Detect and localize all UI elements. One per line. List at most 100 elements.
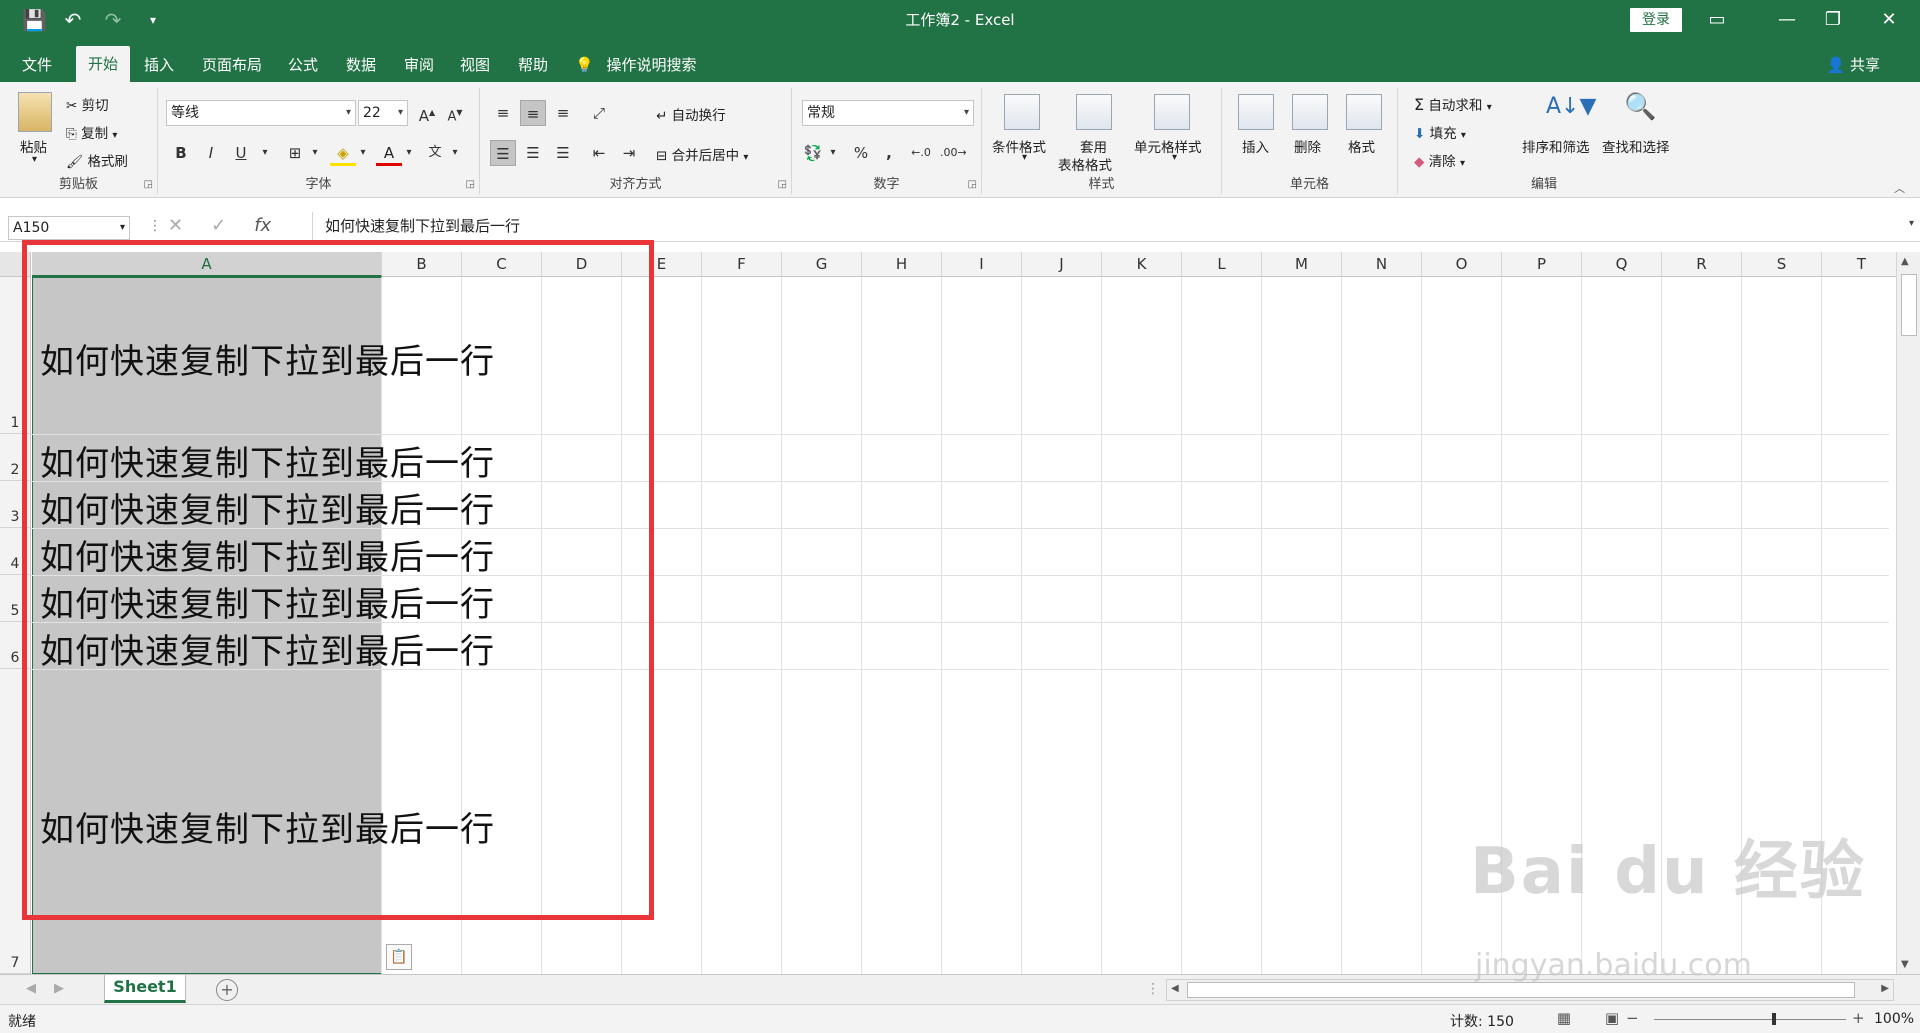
orientation-icon[interactable]: ⤢ (586, 100, 612, 126)
enter-icon[interactable]: ✓ (211, 215, 226, 236)
shrink-font-button[interactable]: A▼ (442, 100, 468, 126)
column-header-k[interactable]: K (1102, 252, 1182, 277)
sort-filter-button[interactable]: 排序和筛选 (1522, 136, 1590, 156)
merge-center-button[interactable]: ⊟ 合并后居中 ▾ (656, 144, 748, 164)
column-header-h[interactable]: H (862, 252, 942, 277)
vertical-scroll-thumb[interactable] (1901, 274, 1917, 336)
phonetic-dropdown-icon[interactable]: ▾ (442, 140, 468, 166)
find-select-button[interactable]: 查找和选择 (1602, 136, 1670, 156)
cell-styles-button[interactable]: 单元格样式 (1134, 136, 1202, 156)
tab-file[interactable]: 文件 (10, 48, 64, 82)
table-format-icon[interactable] (1076, 94, 1112, 130)
italic-button[interactable]: I (198, 140, 224, 166)
cut-button[interactable]: ✂ 剪切 (66, 94, 109, 114)
column-header-s[interactable]: S (1742, 252, 1822, 277)
scroll-right-icon[interactable]: ▶ (1881, 983, 1889, 994)
share-button[interactable]: 👤 共享 (1827, 54, 1880, 75)
table-format-button-line2[interactable]: 表格格式 (1058, 154, 1112, 174)
fill-button[interactable]: ⬇ 填充 ▾ (1414, 122, 1466, 142)
align-bottom-icon[interactable]: ≡ (550, 100, 576, 126)
column-header-n[interactable]: N (1342, 252, 1422, 277)
increase-indent-icon[interactable]: ⇥ (616, 140, 642, 166)
comma-button[interactable]: , (876, 140, 902, 166)
tab-home[interactable]: 开始 (76, 46, 131, 82)
clipboard-launcher-icon[interactable]: ◲ (144, 179, 153, 190)
font-name-combo[interactable]: 等线 ▾ (166, 100, 356, 126)
cell-styles-icon[interactable] (1154, 94, 1190, 130)
cancel-icon[interactable]: ✕ (168, 215, 183, 236)
column-header-o[interactable]: O (1422, 252, 1502, 277)
paste-icon[interactable] (18, 92, 52, 132)
format-painter-button[interactable]: 🖌 格式刷 (66, 150, 128, 170)
minimize-icon[interactable]: — (1764, 4, 1810, 36)
format-cells-button[interactable]: 格式 (1348, 136, 1375, 156)
underline-dropdown-icon[interactable]: ▾ (252, 140, 278, 166)
grow-font-button[interactable]: A▲ (414, 100, 440, 126)
name-box[interactable]: A150 ▾ (8, 216, 130, 240)
insert-cells-icon[interactable] (1238, 94, 1274, 130)
percent-button[interactable]: % (848, 140, 874, 166)
column-header-i[interactable]: I (942, 252, 1022, 277)
conditional-dropdown-icon[interactable]: ▾ (1022, 152, 1027, 163)
paste-options-icon[interactable]: 📋 (386, 944, 412, 970)
formula-input[interactable]: 如何快速复制下拉到最后一行 (312, 212, 1898, 240)
scroll-left-icon[interactable]: ◀ (1171, 983, 1179, 994)
expand-formula-icon[interactable]: ▾ (1909, 218, 1914, 229)
delete-cells-icon[interactable] (1292, 94, 1328, 130)
number-format-combo[interactable]: 常规 ▾ (802, 100, 974, 126)
tab-review[interactable]: 审阅 (392, 48, 446, 82)
table-format-button-line1[interactable]: 套用 (1080, 136, 1107, 156)
increase-decimal-icon[interactable]: ←.0 (908, 140, 934, 166)
find-select-icon[interactable]: 🔍 (1624, 92, 1656, 122)
autosum-button[interactable]: Σ 自动求和 ▾ (1414, 94, 1492, 114)
tab-split-handle-icon[interactable]: ⋮ (1146, 981, 1160, 997)
next-sheet-icon[interactable]: ▶ (54, 981, 64, 996)
insert-cells-button[interactable]: 插入 (1242, 136, 1269, 156)
restore-icon[interactable]: ❐ (1810, 4, 1856, 36)
delete-cells-button[interactable]: 删除 (1294, 136, 1321, 156)
prev-sheet-icon[interactable]: ◀ (26, 981, 36, 996)
column-header-t[interactable]: T (1822, 252, 1902, 277)
bold-button[interactable]: B (168, 140, 194, 166)
normal-view-icon[interactable]: ▦ (1552, 1009, 1576, 1029)
tell-me-search[interactable]: 💡 操作说明搜索 (575, 54, 696, 75)
copy-button[interactable]: ⎘ 复制 ▾ (66, 122, 117, 142)
wrap-text-button[interactable]: ↵ 自动换行 (656, 104, 726, 124)
tab-data[interactable]: 数据 (334, 48, 388, 82)
column-header-q[interactable]: Q (1582, 252, 1662, 277)
align-right-icon[interactable]: ☰ (550, 140, 576, 166)
font-size-combo[interactable]: 22 ▾ (358, 100, 408, 126)
insert-function-button[interactable]: fx (254, 215, 271, 236)
zoom-in-button[interactable]: + (1852, 1009, 1865, 1027)
cell-styles-dropdown-icon[interactable]: ▾ (1172, 152, 1177, 163)
column-header-p[interactable]: P (1502, 252, 1582, 277)
zoom-slider-thumb[interactable] (1772, 1013, 1776, 1025)
column-header-m[interactable]: M (1262, 252, 1342, 277)
column-header-f[interactable]: F (702, 252, 782, 277)
paste-button[interactable]: 粘贴 (20, 136, 47, 156)
sort-filter-icon[interactable]: A↓▼ (1546, 94, 1596, 119)
zoom-slider-track[interactable] (1654, 1019, 1846, 1020)
page-layout-view-icon[interactable]: ▣ (1600, 1009, 1624, 1029)
scroll-up-icon[interactable]: ▲ (1901, 256, 1909, 267)
sheet-tab-sheet1[interactable]: Sheet1 (104, 975, 186, 1003)
currency-dropdown-icon[interactable]: ▾ (820, 140, 846, 166)
column-header-j[interactable]: J (1022, 252, 1102, 277)
login-button[interactable]: 登录 (1630, 8, 1682, 32)
tab-insert[interactable]: 插入 (132, 48, 186, 82)
font-launcher-icon[interactable]: ◲ (466, 179, 475, 190)
alignment-launcher-icon[interactable]: ◲ (778, 179, 787, 190)
align-center-icon[interactable]: ☰ (520, 140, 546, 166)
vertical-scrollbar[interactable]: ▲ ▼ (1896, 252, 1920, 974)
ribbon-display-icon[interactable]: ▭ (1694, 4, 1740, 36)
conditional-format-icon[interactable] (1004, 94, 1040, 130)
align-top-icon[interactable]: ≡ (490, 100, 516, 126)
tab-help[interactable]: 帮助 (506, 48, 560, 82)
decrease-decimal-icon[interactable]: .00→ (940, 140, 967, 166)
collapse-ribbon-icon[interactable]: ︿ (1894, 180, 1905, 196)
formula-separator-icon[interactable]: ⋮ (148, 218, 162, 234)
horizontal-scroll-thumb[interactable] (1187, 982, 1855, 998)
border-dropdown-icon[interactable]: ▾ (302, 140, 328, 166)
format-cells-icon[interactable] (1346, 94, 1382, 130)
zoom-level[interactable]: 100% (1874, 1011, 1914, 1027)
